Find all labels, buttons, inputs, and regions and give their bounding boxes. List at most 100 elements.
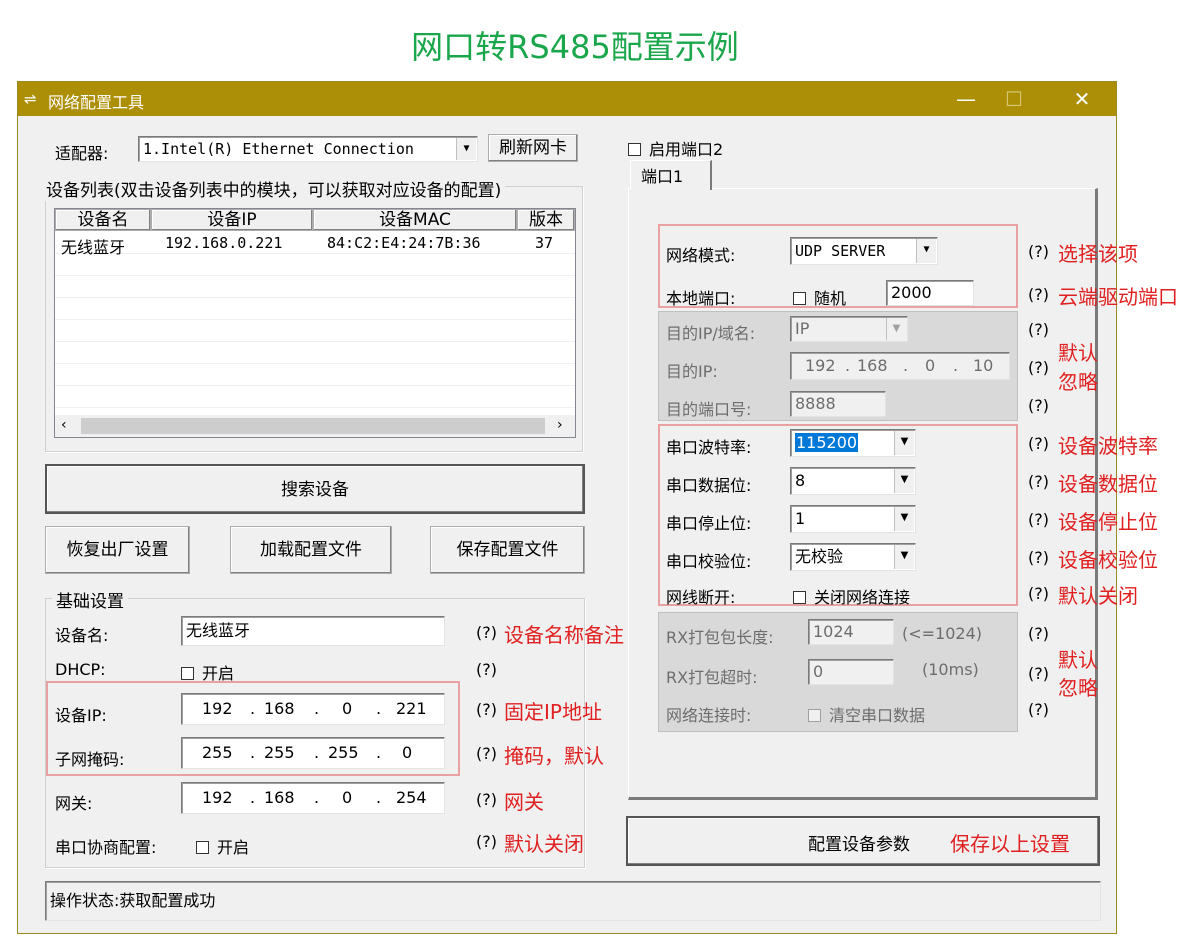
device-ip-label: 设备IP:: [55, 706, 107, 725]
column-version[interactable]: 版本: [517, 209, 575, 231]
help-icon[interactable]: (?): [476, 660, 497, 679]
annotation-ignore-1: 忽略: [1058, 370, 1098, 394]
enable-port2-checkbox[interactable]: 启用端口2: [628, 136, 723, 160]
checkbox-icon[interactable]: [793, 591, 806, 604]
dest-port-label: 目的端口号:: [666, 400, 752, 419]
configure-device-button[interactable]: 配置设备参数 保存以上设置: [626, 816, 1100, 866]
help-icon[interactable]: (?): [1028, 510, 1049, 529]
configure-device-label: 配置设备参数: [808, 835, 910, 855]
clear-serial-option: 清空串口数据: [829, 706, 926, 725]
chevron-down-icon[interactable]: ▼: [894, 545, 914, 569]
help-icon[interactable]: (?): [1028, 396, 1049, 415]
app-icon: ⇌: [24, 90, 37, 108]
mask-octet-2[interactable]: 255: [264, 738, 295, 768]
gateway-octet-1[interactable]: 192: [202, 783, 233, 813]
column-device-mac[interactable]: 设备MAC: [313, 209, 517, 231]
column-device-ip[interactable]: 设备IP: [151, 209, 313, 231]
column-device-name[interactable]: 设备名: [55, 209, 151, 231]
help-icon[interactable]: (?): [476, 832, 497, 851]
ip-octet-1[interactable]: 192: [202, 694, 233, 724]
baud-rate-select[interactable]: 115200 ▼: [790, 429, 916, 457]
device-name-input[interactable]: 无线蓝牙: [181, 616, 445, 646]
ip-octet-2[interactable]: 168: [264, 694, 295, 724]
help-icon[interactable]: (?): [1028, 358, 1049, 377]
help-icon[interactable]: (?): [1028, 285, 1049, 304]
checkbox-icon[interactable]: [196, 841, 209, 854]
help-icon[interactable]: (?): [1028, 624, 1049, 643]
gateway-octet-2[interactable]: 168: [264, 783, 295, 813]
mask-octet-3[interactable]: 255: [328, 738, 359, 768]
data-bits-select[interactable]: 8 ▼: [790, 467, 916, 495]
help-icon[interactable]: (?): [476, 744, 497, 763]
annotation-negotiation: 默认关闭: [504, 832, 584, 856]
help-icon[interactable]: (?): [1028, 584, 1049, 603]
annotation-default-1: 默认: [1058, 341, 1098, 365]
adapter-select[interactable]: 1.Intel(R) Ethernet Connection ▼: [138, 136, 478, 162]
enable-port2-label: 启用端口2: [649, 140, 724, 159]
maximize-button[interactable]: ☐: [984, 85, 1044, 113]
gateway-label: 网关:: [55, 794, 93, 813]
local-port-input[interactable]: 2000: [886, 280, 974, 306]
close-network-checkbox[interactable]: 关闭网络连接: [793, 584, 910, 608]
close-network-option: 关闭网络连接: [814, 588, 911, 607]
stop-bits-select[interactable]: 1 ▼: [790, 505, 916, 533]
load-config-button[interactable]: 加载配置文件: [230, 526, 392, 574]
table-row: [55, 321, 575, 342]
chevron-down-icon[interactable]: ▼: [894, 431, 914, 455]
checkbox-icon: [808, 709, 821, 722]
help-icon[interactable]: (?): [476, 790, 497, 809]
clear-serial-checkbox: 清空串口数据: [808, 702, 925, 726]
device-list[interactable]: 设备名 设备IP 设备MAC 版本 无线蓝牙 192.168.0.221 84:…: [54, 208, 576, 438]
serial-negotiation-checkbox[interactable]: 开启: [196, 834, 249, 858]
random-port-checkbox[interactable]: 随机: [793, 285, 846, 309]
help-icon[interactable]: (?): [1028, 664, 1049, 683]
ip-octet-3[interactable]: 0: [342, 694, 352, 724]
mask-octet-4[interactable]: 0: [402, 738, 412, 768]
status-bar: 操作状态:获取配置成功: [45, 881, 1101, 921]
help-icon[interactable]: (?): [1028, 700, 1049, 719]
table-row[interactable]: 无线蓝牙 192.168.0.221 84:C2:E4:24:7B:36 37: [55, 233, 575, 257]
network-mode-select[interactable]: UDP SERVER ▼: [790, 237, 938, 265]
scroll-left-icon[interactable]: ‹: [61, 417, 67, 433]
rx-packet-length-label: RX打包包长度:: [666, 628, 774, 647]
refresh-adapter-button[interactable]: 刷新网卡: [488, 134, 578, 162]
checkbox-icon[interactable]: [793, 292, 806, 305]
tab-port1[interactable]: 端口1: [630, 160, 712, 190]
checkbox-icon[interactable]: [628, 143, 641, 156]
chevron-down-icon[interactable]: ▼: [894, 469, 914, 493]
help-icon[interactable]: (?): [476, 623, 497, 642]
device-ip-input[interactable]: 192 . 168 . 0 . 221: [181, 693, 445, 725]
help-icon[interactable]: (?): [1028, 548, 1049, 567]
help-icon[interactable]: (?): [476, 700, 497, 719]
help-icon[interactable]: (?): [1028, 320, 1049, 339]
gateway-input[interactable]: 192 . 168 . 0 . 254: [181, 782, 445, 814]
parity-value: 无校验: [795, 547, 844, 566]
help-icon[interactable]: (?): [1028, 434, 1049, 453]
checkbox-icon[interactable]: [181, 667, 194, 680]
subnet-mask-input[interactable]: 255 . 255 . 255 . 0: [181, 737, 445, 769]
gateway-octet-3[interactable]: 0: [342, 783, 352, 813]
help-icon[interactable]: (?): [1028, 472, 1049, 491]
baud-rate-label: 串口波特率:: [666, 438, 752, 457]
scroll-right-icon[interactable]: ›: [557, 417, 563, 433]
dest-ip-domain-value: IP: [795, 319, 810, 338]
rx-timeout-input: 0: [808, 659, 894, 685]
title-bar[interactable]: ⇌ 网络配置工具 — ☐ ✕: [18, 82, 1116, 116]
chevron-down-icon[interactable]: ▼: [894, 507, 914, 531]
save-config-file-button[interactable]: 保存配置文件: [430, 526, 585, 574]
network-mode-label: 网络模式:: [666, 246, 736, 265]
ip-octet-4[interactable]: 221: [396, 694, 427, 724]
scrollbar-thumb[interactable]: [81, 418, 545, 434]
gateway-octet-4[interactable]: 254: [396, 783, 427, 813]
rx-timeout-hint: (10ms): [922, 660, 979, 679]
horizontal-scrollbar[interactable]: ‹ ›: [55, 415, 575, 437]
mask-octet-1[interactable]: 255: [202, 738, 233, 768]
search-device-button[interactable]: 搜索设备: [45, 464, 585, 514]
help-icon[interactable]: (?): [1028, 242, 1049, 261]
annotation-select-mode: 选择该项: [1058, 242, 1138, 266]
factory-reset-button[interactable]: 恢复出厂设置: [45, 526, 190, 574]
close-button[interactable]: ✕: [1052, 85, 1112, 113]
chevron-down-icon[interactable]: ▼: [916, 239, 936, 263]
chevron-down-icon[interactable]: ▼: [456, 138, 476, 160]
parity-select[interactable]: 无校验 ▼: [790, 543, 916, 571]
